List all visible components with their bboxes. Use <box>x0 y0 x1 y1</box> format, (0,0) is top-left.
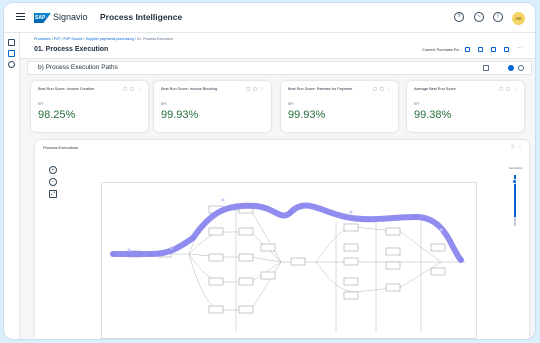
section-header: b) Process Execution Paths <box>27 61 532 75</box>
notification-icon[interactable]: ! <box>493 12 503 22</box>
grid-icon[interactable] <box>8 39 15 46</box>
breadcrumb-current: 01. Process Execution <box>136 37 173 41</box>
process-flow-diagram[interactable] <box>101 182 477 339</box>
kpi-label: KPI <box>414 102 420 106</box>
page-title: 01. Process Execution <box>34 46 109 53</box>
slider-handle[interactable] <box>512 179 517 184</box>
kpi-label: KPI <box>288 102 294 106</box>
slider-track-rest[interactable] <box>514 217 516 226</box>
kpi-value: 99.38% <box>414 109 452 121</box>
kpi-card[interactable]: Best Run Score: Release for Payment ▢ ▢ … <box>281 81 398 132</box>
kpi-title: Best Run Score: Invoice Blocking <box>161 87 218 91</box>
kpi-value: 98.25% <box>38 109 76 121</box>
kpi-title: Best Run Score: Invoice Creation <box>38 87 95 91</box>
card-actions[interactable]: ▢ ▢ ⋮ <box>499 86 518 91</box>
save-icon[interactable] <box>465 47 470 52</box>
zoom-in-icon[interactable]: + <box>49 166 57 174</box>
filter-icon[interactable] <box>483 65 489 71</box>
kpi-value: 99.93% <box>288 109 326 121</box>
kpi-card[interactable]: Best Run Score: Invoice Creation ▢ ▢ ⋮ K… <box>31 81 148 132</box>
side-navigation <box>4 33 20 339</box>
breadcrumb-links[interactable]: Processes / P2P / P2P Source / Supplier … <box>34 37 136 41</box>
kpi-card[interactable]: Best Run Score: Invoice Blocking ▢ ▢ ⋮ K… <box>154 81 271 132</box>
investigation-icon[interactable] <box>8 61 15 68</box>
slider-label: Sensitivity <box>509 166 523 170</box>
edit-icon[interactable] <box>504 47 509 52</box>
info-icon[interactable] <box>508 65 514 71</box>
card-actions[interactable]: ▢ ▢ ⋮ <box>123 86 142 91</box>
brand-name: Signavio <box>53 12 88 22</box>
avatar[interactable]: AD <box>512 12 525 25</box>
kpi-value: 99.93% <box>161 109 199 121</box>
kpi-title: Best Run Score: Release for Payment <box>288 87 353 91</box>
page-header: Processes / P2P / P2P Source / Supplier … <box>20 33 535 59</box>
help-icon[interactable]: ? <box>454 12 464 22</box>
sap-logo: SAP <box>34 13 51 23</box>
card-title: Process Executions <box>43 145 79 150</box>
dashboard-icon[interactable] <box>8 50 15 57</box>
kpi-title: Average Best Run Score <box>414 87 456 91</box>
card-actions[interactable]: ▢ ▢ ⋮ <box>373 86 392 91</box>
app-title: Process Intelligence <box>100 12 183 22</box>
more-icon[interactable]: ··· <box>517 46 522 52</box>
zoom-out-icon[interactable]: − <box>49 178 57 186</box>
section-title: b) Process Execution Paths <box>38 64 118 71</box>
fit-to-screen-icon[interactable]: ⤢ <box>49 190 57 198</box>
kpi-label: KPI <box>38 102 44 106</box>
process-executions-card: Process Executions ⓘ ⋮ + − ⤢ Sensitivity <box>35 140 529 339</box>
menu-icon[interactable] <box>16 13 25 20</box>
card-actions[interactable]: ⓘ ⋮ <box>511 144 523 150</box>
kpi-card[interactable]: Average Best Run Score ▢ ▢ ⋮ KPI 99.38% <box>407 81 524 132</box>
app-window: SAP Signavio Process Intelligence ? ~ ! … <box>4 3 535 339</box>
feedback-icon[interactable]: ~ <box>474 12 484 22</box>
card-actions[interactable]: ▢ ▢ ⋮ <box>246 86 265 91</box>
copy-icon[interactable] <box>491 47 496 52</box>
current-view-selector[interactable]: Current: Purchase Pa... <box>422 48 462 52</box>
shell-bar: SAP Signavio Process Intelligence ? ~ ! … <box>4 3 535 33</box>
share-icon[interactable] <box>478 47 483 52</box>
kpi-label: KPI <box>161 102 167 106</box>
diagram-frame <box>101 182 477 339</box>
breadcrumb: Processes / P2P / P2P Source / Supplier … <box>34 37 173 41</box>
settings-icon[interactable] <box>518 65 524 71</box>
